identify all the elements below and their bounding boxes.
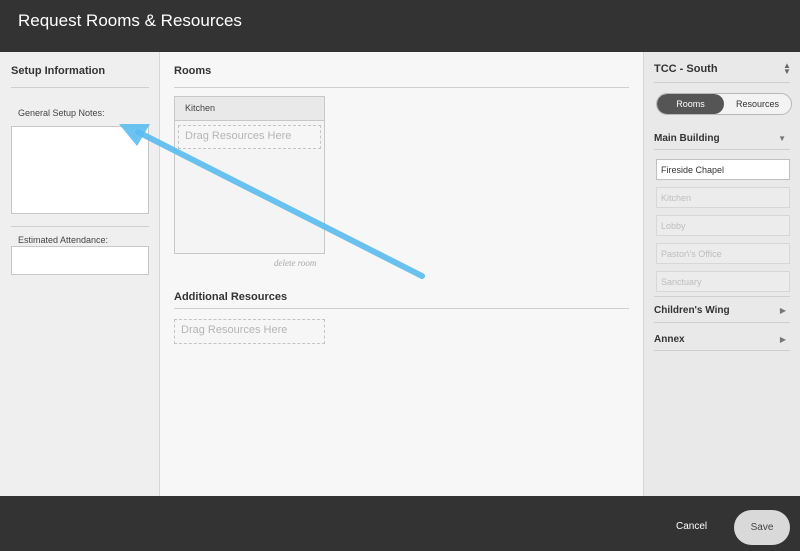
room-item-lobby[interactable]: Lobby (656, 215, 790, 236)
room-item-sanctuary[interactable]: Sanctuary (656, 271, 790, 292)
group-label: Main Building (654, 133, 720, 144)
footer-bar: Cancel Save (0, 496, 800, 551)
room-card[interactable]: Kitchen Drag Resources Here (174, 96, 325, 254)
rooms-title: Rooms (174, 65, 212, 77)
room-item-fireside-chapel[interactable]: Fireside Chapel (656, 159, 790, 180)
chevron-right-icon: ▶ (779, 335, 786, 344)
chevron-right-icon: ▶ (779, 306, 786, 315)
cancel-button[interactable]: Cancel (676, 521, 707, 532)
room-card-name: Kitchen (175, 97, 324, 121)
resource-sidebar: TCC - South ▲ ▼ Rooms Resources Main Buil… (643, 52, 800, 496)
group-main-building[interactable]: Main Building ▼ (654, 133, 790, 155)
group-annex[interactable]: Annex ▶ (654, 334, 790, 356)
divider (654, 322, 790, 323)
divider (654, 149, 790, 150)
group-label: Children's Wing (654, 305, 730, 316)
divider (174, 87, 629, 88)
save-button[interactable]: Save (734, 510, 790, 545)
divider (654, 350, 790, 351)
general-setup-notes-input[interactable] (11, 126, 149, 214)
resources-toggle-button[interactable]: Resources (724, 94, 791, 114)
chevron-down-icon: ▼ (778, 134, 786, 143)
location-title: TCC - South (654, 63, 718, 75)
rooms-toggle-button[interactable]: Rooms (657, 94, 724, 114)
group-label: Annex (654, 334, 685, 345)
rooms-resources-toggle: Rooms Resources (656, 93, 792, 115)
attendance-label: Estimated Attendance: (18, 235, 109, 245)
dialog-title: Request Rooms & Resources (18, 11, 242, 30)
divider (654, 82, 790, 83)
room-item-pastors-office[interactable]: Pastor\'s Office (656, 243, 790, 264)
header-bar: Request Rooms & Resources (0, 0, 800, 52)
additional-resources-drop-zone[interactable]: Drag Resources Here (174, 319, 325, 344)
divider (11, 87, 149, 88)
sort-arrows-icon[interactable]: ▲ ▼ (783, 62, 791, 76)
divider (654, 296, 790, 297)
room-resource-drop-zone[interactable]: Drag Resources Here (178, 125, 321, 149)
delete-room-link[interactable]: delete room (274, 258, 316, 268)
setup-panel: Setup Information General Setup Notes: E… (0, 52, 160, 496)
divider (174, 308, 629, 309)
group-childrens-wing[interactable]: Children's Wing ▶ (654, 305, 790, 327)
setup-title: Setup Information (11, 65, 106, 77)
divider (11, 226, 149, 227)
notes-label: General Setup Notes: (18, 108, 105, 118)
additional-resources-title: Additional Resources (174, 291, 288, 303)
rooms-panel: Rooms Kitchen Drag Resources Here delete… (160, 52, 643, 496)
estimated-attendance-input[interactable] (11, 246, 149, 275)
room-item-kitchen[interactable]: Kitchen (656, 187, 790, 208)
